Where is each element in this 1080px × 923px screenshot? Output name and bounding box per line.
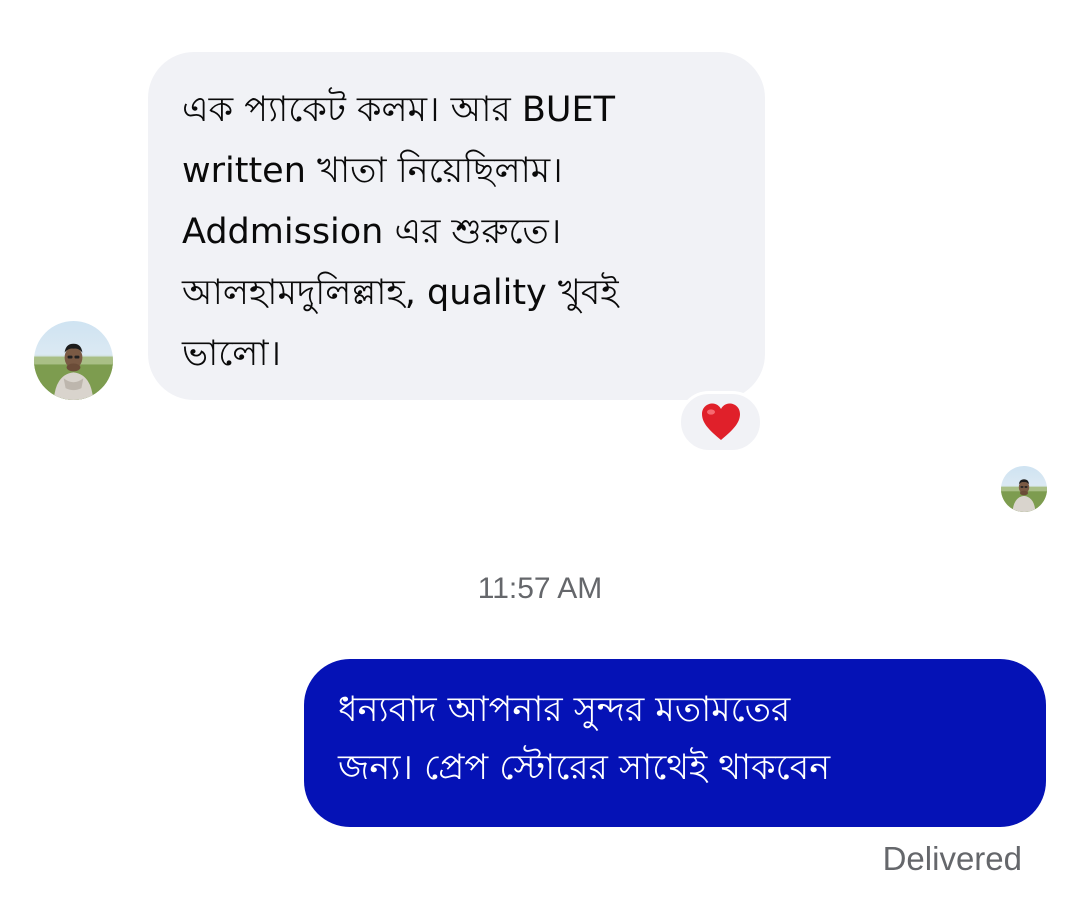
seen-by-avatar	[1001, 466, 1047, 512]
person-photo-icon	[34, 343, 113, 400]
person-photo-icon	[1001, 479, 1047, 512]
message-reaction[interactable]	[678, 391, 763, 453]
message-timestamp: 11:57 AM	[477, 572, 603, 605]
incoming-message-bubble[interactable]: এক প্যাকেট কলম। আর BUET written খাতা নিয…	[148, 52, 765, 400]
delivery-status: Delivered	[882, 840, 1022, 877]
heart-icon	[701, 403, 740, 440]
sender-avatar[interactable]	[34, 321, 113, 400]
outgoing-message-text: ধন্যবাদ আপনার সুন্দর মতামতের জন্য। প্রেপ…	[338, 690, 831, 788]
outgoing-message-bubble[interactable]: ধন্যবাদ আপনার সুন্দর মতামতের জন্য। প্রেপ…	[304, 659, 1046, 827]
incoming-message-text: এক প্যাকেট কলম। আর BUET written খাতা নিয…	[182, 90, 619, 374]
